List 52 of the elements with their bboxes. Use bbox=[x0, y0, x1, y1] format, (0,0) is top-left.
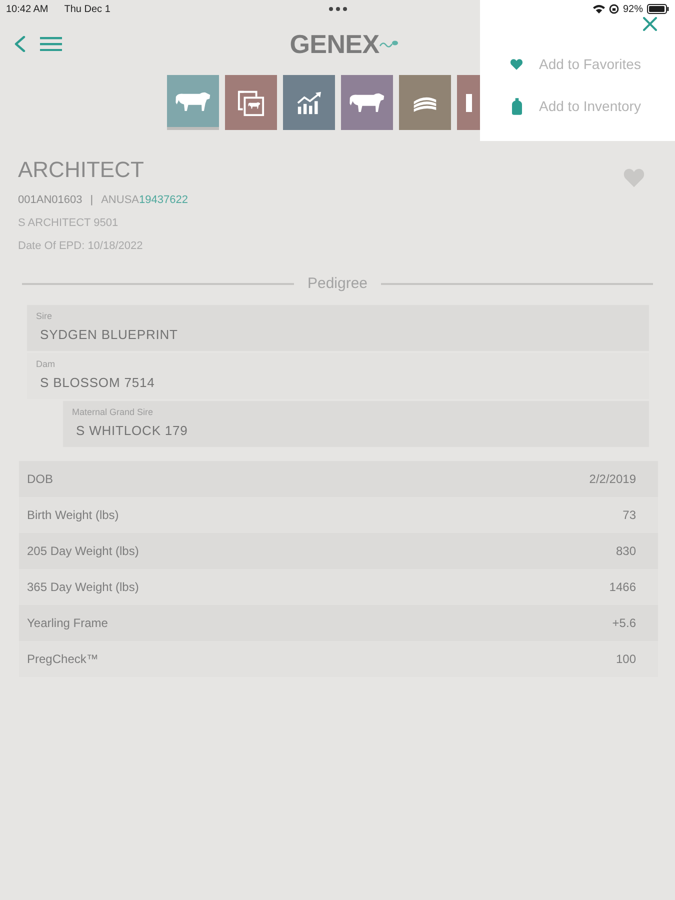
row-value: 100 bbox=[616, 651, 636, 668]
cow-icon bbox=[174, 90, 212, 112]
section-tile[interactable] bbox=[399, 75, 451, 130]
bottle-icon bbox=[512, 98, 522, 114]
logo-text: GENEX bbox=[290, 31, 380, 57]
entry-name: S WHITLOCK 179 bbox=[75, 422, 189, 440]
row-label: Birth Weight (lbs) bbox=[27, 507, 119, 524]
row-value: 1466 bbox=[609, 579, 636, 596]
close-icon[interactable] bbox=[643, 17, 657, 31]
row-value: +5.6 bbox=[612, 615, 636, 632]
animal-id: 001AN01603 bbox=[18, 193, 82, 208]
bar-icon bbox=[466, 94, 472, 112]
animal-name: ARCHITECT bbox=[18, 156, 145, 184]
more-dots-icon[interactable] bbox=[328, 7, 346, 11]
entry-label: Maternal Grand Sire bbox=[72, 406, 154, 418]
wifi-icon bbox=[592, 4, 605, 14]
section-title: Pedigree bbox=[307, 274, 368, 294]
photos-icon bbox=[237, 88, 265, 116]
section-tile[interactable] bbox=[341, 75, 393, 130]
section-tile[interactable] bbox=[457, 75, 480, 130]
logo-swirl-icon bbox=[379, 39, 400, 49]
row-label: DOB bbox=[27, 471, 54, 488]
row-label: 365 Day Weight (lbs) bbox=[27, 579, 139, 596]
battery-percent: 92% bbox=[622, 2, 643, 16]
menu-icon[interactable] bbox=[40, 37, 62, 51]
entry-label: Sire bbox=[36, 310, 54, 322]
menu-item[interactable]: Add to Inventory bbox=[480, 85, 675, 127]
entry-name: S BLOSSOM 7514 bbox=[39, 374, 156, 392]
chart-icon bbox=[296, 90, 322, 114]
section-tile[interactable] bbox=[167, 75, 219, 130]
row-label: Yearling Frame bbox=[27, 615, 108, 632]
menu-item[interactable]: Add to Favorites bbox=[480, 43, 675, 85]
orientation-lock-icon bbox=[608, 4, 619, 14]
section-tile[interactable] bbox=[225, 75, 277, 130]
separator: | bbox=[90, 193, 94, 208]
epd-date: Date Of EPD: 10/18/2022 bbox=[18, 239, 144, 254]
back-icon[interactable] bbox=[14, 36, 26, 52]
battery-icon bbox=[647, 4, 669, 14]
row-value: 830 bbox=[616, 543, 636, 560]
heart-icon bbox=[510, 58, 523, 70]
status-time: 10:42 AM bbox=[6, 2, 48, 16]
row-label: PregCheck™ bbox=[27, 651, 98, 668]
registration-number: ANUSA19437622 bbox=[101, 193, 188, 208]
row-label: 205 Day Weight (lbs) bbox=[27, 543, 139, 560]
entry-label: Dam bbox=[36, 358, 56, 370]
entry-name: SYDGEN BLUEPRINT bbox=[39, 326, 179, 344]
row-value: 73 bbox=[622, 507, 636, 524]
status-date: Thu Dec 1 bbox=[64, 2, 110, 16]
row-value: 2/2/2019 bbox=[589, 471, 636, 488]
cow-icon bbox=[348, 91, 386, 114]
section-tile[interactable] bbox=[283, 75, 335, 130]
registered-name: S ARCHITECT 9501 bbox=[18, 216, 120, 231]
